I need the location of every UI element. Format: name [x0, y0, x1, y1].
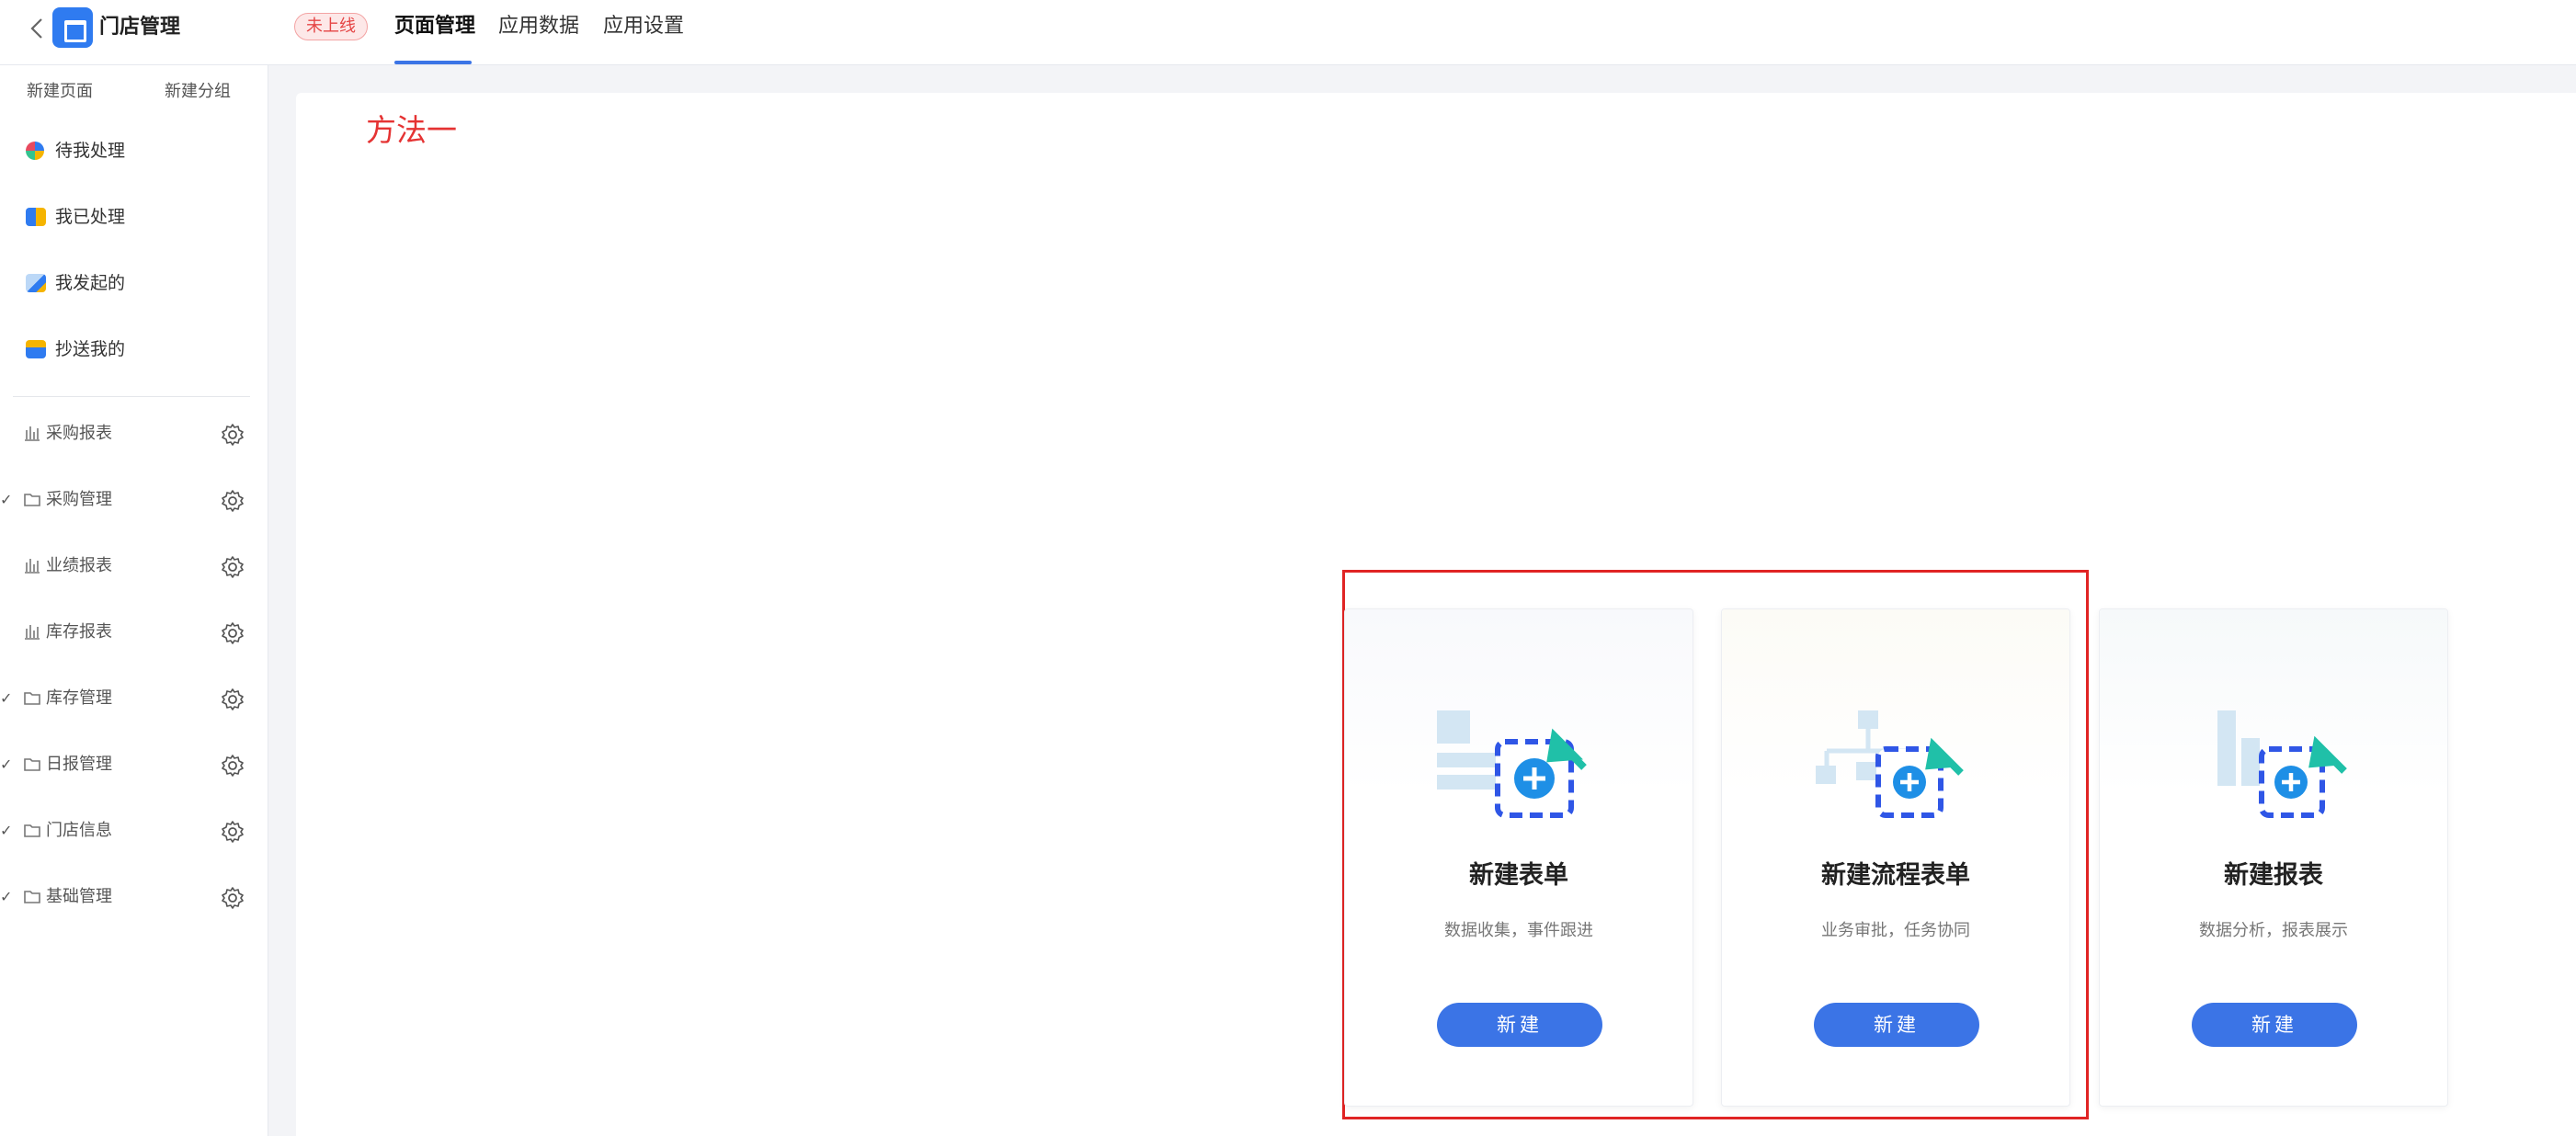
sidebar-page-label: 采购报表	[46, 424, 112, 443]
expand-check-icon[interactable]: ✓	[0, 886, 12, 908]
gear-icon[interactable]	[221, 820, 245, 844]
sidebar-item-label: 我发起的	[55, 273, 126, 293]
new-process-form-button[interactable]: 新建	[1814, 1003, 1979, 1047]
card-description: 数据分析，报表展示	[2199, 921, 2348, 940]
gear-icon[interactable]	[221, 621, 245, 645]
tab-app-settings[interactable]: 应用设置	[603, 13, 684, 40]
expand-check-icon[interactable]: ✓	[0, 754, 12, 776]
new-form-card[interactable]: 新建表单 数据收集，事件跟进 新建	[1344, 608, 1693, 1107]
card-title: 新建表单	[1469, 861, 1568, 890]
gear-icon[interactable]	[221, 555, 245, 579]
gear-icon[interactable]	[221, 886, 245, 910]
sidebar-page-item[interactable]: ✓ 门店信息	[0, 812, 268, 849]
sidebar-page-label: 日报管理	[46, 755, 112, 774]
card-title: 新建报表	[2224, 861, 2323, 890]
sidebar-item-label: 抄送我的	[55, 339, 126, 359]
app-logo-icon	[52, 7, 93, 48]
form-illustration-icon	[1437, 710, 1587, 818]
gear-icon[interactable]	[221, 489, 245, 513]
expand-check-icon[interactable]: ✓	[0, 687, 12, 710]
sidebar-item-label: 我已处理	[55, 207, 126, 227]
new-report-card[interactable]: 新建报表 数据分析，报表展示 新建	[2099, 608, 2448, 1107]
bar-chart-icon	[25, 625, 40, 640]
sidebar-page-label: 库存管理	[46, 688, 112, 708]
bar-chart-icon	[25, 426, 40, 441]
gear-icon[interactable]	[221, 423, 245, 447]
bar-chart-icon	[25, 559, 40, 574]
sidebar-item-cc[interactable]: 抄送我的	[0, 331, 268, 368]
sidebar-item-label: 待我处理	[55, 141, 126, 161]
status-badge: 未上线	[294, 13, 368, 40]
done-icon	[26, 208, 46, 226]
tab-app-data[interactable]: 应用数据	[498, 13, 579, 40]
sidebar-page-label: 基础管理	[46, 887, 112, 906]
sidebar-page-label: 采购管理	[46, 490, 112, 509]
report-illustration-icon	[2217, 710, 2347, 818]
new-form-button[interactable]: 新建	[1437, 1003, 1602, 1047]
folder-icon	[24, 891, 40, 903]
card-description: 数据收集，事件跟进	[1444, 921, 1593, 940]
active-tab-indicator	[394, 61, 472, 64]
folder-icon	[24, 758, 40, 771]
sidebar-divider	[13, 396, 250, 397]
folder-icon	[24, 692, 40, 705]
new-group-button[interactable]: 新建分组	[165, 81, 231, 103]
sidebar-page-label: 业绩报表	[46, 556, 112, 575]
top-bar: 门店管理 未上线 页面管理 应用数据 应用设置	[0, 0, 2576, 65]
cc-icon	[26, 340, 46, 358]
sidebar-page-item[interactable]: ✓ 基础管理	[0, 879, 268, 915]
tab-page-management[interactable]: 页面管理	[394, 13, 475, 40]
folder-icon	[24, 494, 40, 506]
new-page-button[interactable]: 新建页面	[27, 81, 93, 103]
app-name: 门店管理	[99, 16, 181, 39]
card-description: 业务审批，任务协同	[1821, 921, 1970, 940]
sidebar-page-item[interactable]: 采购报表	[0, 415, 268, 452]
expand-check-icon[interactable]: ✓	[0, 489, 12, 511]
card-title: 新建流程表单	[1821, 861, 1970, 890]
expand-check-icon[interactable]: ✓	[0, 820, 12, 842]
sidebar-item-pending[interactable]: 待我处理	[0, 132, 268, 169]
new-report-button[interactable]: 新建	[2192, 1003, 2357, 1047]
pending-icon	[26, 142, 44, 160]
sidebar-page-item[interactable]: ✓ 库存管理	[0, 680, 268, 717]
sidebar-item-initiated[interactable]: 我发起的	[0, 265, 268, 301]
initiated-icon	[26, 274, 46, 292]
sidebar-page-label: 库存报表	[46, 622, 112, 642]
back-arrow-icon[interactable]	[24, 15, 51, 42]
process-illustration-icon	[1816, 710, 1964, 818]
new-process-form-card[interactable]: 新建流程表单 业务审批，任务协同 新建	[1721, 608, 2070, 1107]
sidebar-page-item[interactable]: ✓ 采购管理	[0, 482, 268, 518]
sidebar-item-done[interactable]: 我已处理	[0, 199, 268, 235]
sidebar-page-label: 门店信息	[46, 821, 112, 840]
annotation-label: 方法一	[366, 112, 457, 148]
sidebar-page-item[interactable]: 业绩报表	[0, 548, 268, 585]
sidebar-page-item[interactable]: ✓ 日报管理	[0, 746, 268, 783]
gear-icon[interactable]	[221, 754, 245, 778]
gear-icon[interactable]	[221, 687, 245, 711]
sidebar-page-item[interactable]: 库存报表	[0, 614, 268, 651]
sidebar: 新建页面 新建分组 待我处理 我已处理 我发起的 抄送我的 采购报表 ✓ 采购管理业…	[0, 65, 268, 1136]
folder-icon	[24, 824, 40, 837]
